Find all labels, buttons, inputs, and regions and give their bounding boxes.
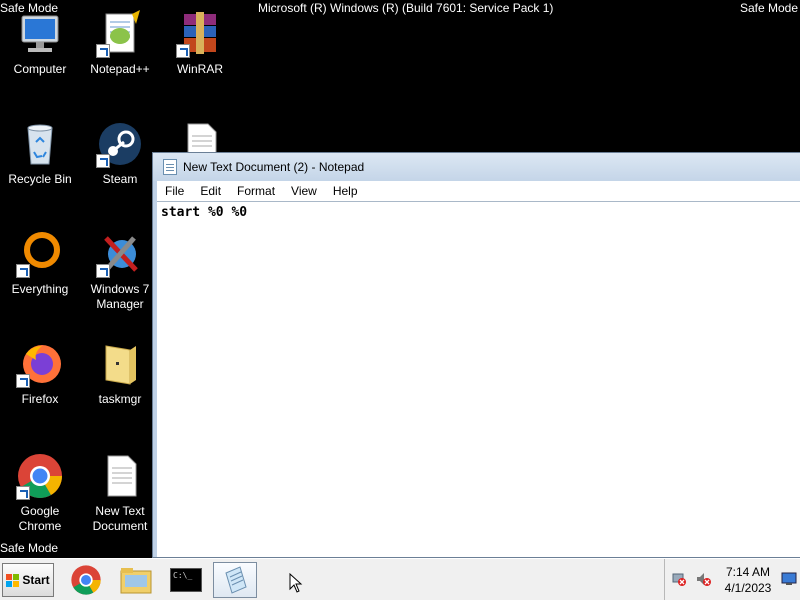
- desktop-icon-label: WinRAR: [176, 62, 223, 76]
- start-label: Start: [22, 573, 50, 587]
- notepad-icon: [163, 159, 177, 175]
- shortcut-arrow-icon: [16, 486, 30, 500]
- safe-mode-label-top-right: Safe Mode: [739, 1, 798, 15]
- menu-edit[interactable]: Edit: [192, 184, 229, 198]
- taskbar-chrome-button[interactable]: [64, 562, 108, 598]
- desktop-icon-recycle-bin[interactable]: Recycle Bin: [0, 120, 80, 187]
- text-document-icon: [96, 452, 144, 500]
- system-tray: 7:14 AM 4/1/2023: [664, 559, 800, 600]
- desktop-icon-label: taskmgr: [98, 392, 142, 406]
- desktop-icon-label: Computer: [13, 62, 67, 76]
- menu-bar: File Edit Format View Help: [157, 181, 800, 201]
- menu-help[interactable]: Help: [325, 184, 366, 198]
- start-button[interactable]: Start: [2, 563, 54, 597]
- desktop-icon-taskmgr[interactable]: taskmgr: [80, 340, 160, 407]
- menu-file[interactable]: File: [157, 184, 192, 198]
- desktop-icon-label: Firefox: [21, 392, 59, 406]
- desktop-icon-label: Notepad++: [90, 62, 150, 76]
- taskbar: Start C:\_ 7:14 AM 4/1/2023: [0, 558, 800, 600]
- cmd-icon: C:\_: [170, 568, 202, 592]
- notepadpp-icon: [96, 10, 144, 58]
- desktop-icon-everything[interactable]: Everything: [0, 230, 80, 297]
- recycle-bin-icon: [16, 120, 64, 168]
- taskbar-notepad-button[interactable]: [213, 562, 257, 598]
- text-editor-area[interactable]: start %0 %0: [157, 201, 800, 557]
- action-center-icon[interactable]: [781, 571, 797, 587]
- explorer-icon: [120, 568, 152, 594]
- computer-icon: [16, 10, 64, 58]
- window-titlebar[interactable]: New Text Document (2) - Notepad: [153, 153, 800, 181]
- desktop-icon-firefox[interactable]: Firefox: [0, 340, 80, 407]
- window-title: New Text Document (2) - Notepad: [183, 160, 365, 174]
- desktop-icon-steam[interactable]: Steam: [80, 120, 160, 187]
- desktop-icon-new-text-document[interactable]: New Text Document: [80, 452, 160, 534]
- desktop-icon-label: Everything: [11, 282, 69, 296]
- network-disconnected-icon[interactable]: [671, 571, 687, 587]
- safe-mode-label-bottom-left: Safe Mode: [0, 541, 59, 555]
- desktop-icon-windows7-manager[interactable]: Windows 7 Manager: [80, 230, 160, 312]
- folder-icon: [96, 340, 144, 388]
- shortcut-arrow-icon: [96, 264, 110, 278]
- desktop-icon-winrar[interactable]: WinRAR: [160, 10, 240, 77]
- desktop-icon-google-chrome[interactable]: Google Chrome: [0, 452, 80, 534]
- desktop-icon-label: Windows 7 Manager: [90, 282, 150, 311]
- shortcut-arrow-icon: [96, 154, 110, 168]
- desktop-icon-label: Recycle Bin: [8, 172, 72, 186]
- windows-logo-icon: [6, 573, 20, 587]
- everything-icon: [16, 230, 64, 278]
- desktop-icon-computer[interactable]: Computer: [0, 10, 80, 77]
- desktop-icon-label: Google Chrome: [18, 504, 62, 533]
- desktop-icon-label: New Text Document: [92, 504, 148, 533]
- clock-time: 7:14 AM: [725, 565, 771, 579]
- shortcut-arrow-icon: [176, 44, 190, 58]
- desktop-icon-notepadpp[interactable]: Notepad++: [80, 10, 160, 77]
- notepad-window[interactable]: New Text Document (2) - Notepad File Edi…: [152, 152, 800, 558]
- steam-icon: [96, 120, 144, 168]
- shortcut-arrow-icon: [96, 44, 110, 58]
- taskbar-explorer-button[interactable]: [114, 562, 158, 598]
- windows7-manager-icon: [96, 230, 144, 278]
- firefox-icon: [16, 340, 64, 388]
- notepad-icon: [225, 566, 247, 594]
- desktop-icon-label: Steam: [102, 172, 138, 186]
- shortcut-arrow-icon: [16, 264, 30, 278]
- menu-view[interactable]: View: [283, 184, 325, 198]
- cmd-icon-text: C:\_: [173, 571, 193, 580]
- shortcut-arrow-icon: [16, 374, 30, 388]
- chrome-icon: [71, 565, 101, 595]
- menu-format[interactable]: Format: [229, 184, 283, 198]
- chrome-icon: [16, 452, 64, 500]
- clock-date: 4/1/2023: [724, 581, 772, 595]
- volume-muted-icon[interactable]: [695, 571, 711, 587]
- taskbar-cmd-button[interactable]: C:\_: [164, 562, 208, 598]
- windows-build-label: Microsoft (R) Windows (R) (Build 7601: S…: [258, 1, 554, 15]
- winrar-icon: [176, 10, 224, 58]
- mouse-cursor-icon: [289, 573, 303, 593]
- taskbar-clock[interactable]: 7:14 AM 4/1/2023: [721, 564, 775, 596]
